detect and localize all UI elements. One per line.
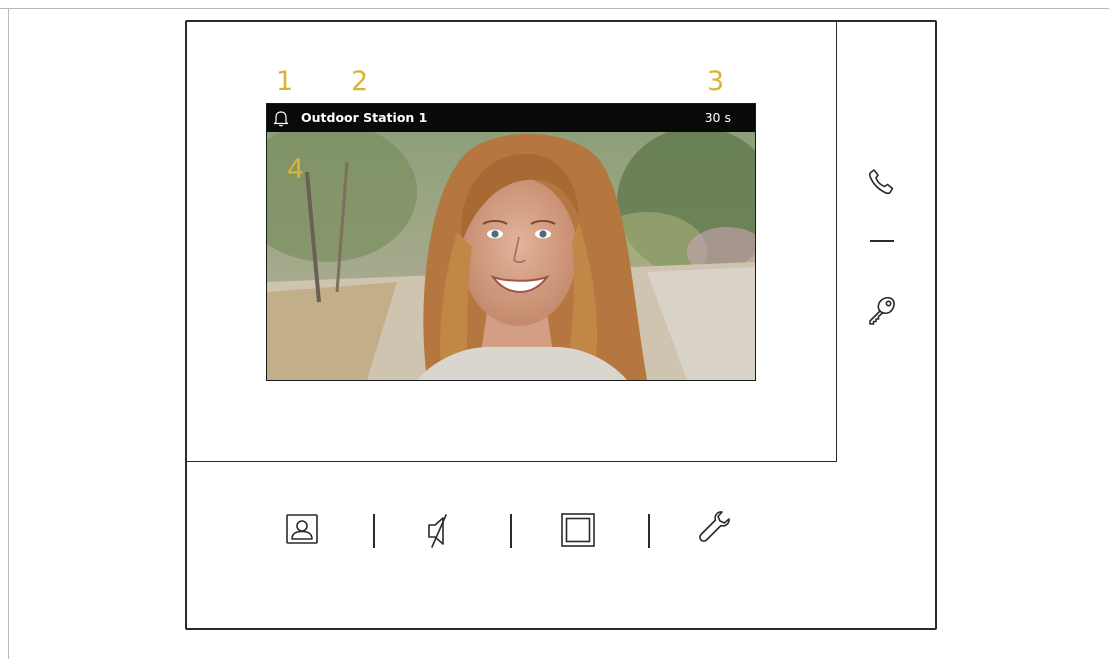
page-left-border [8, 8, 9, 659]
bell-icon [273, 111, 289, 127]
phone-icon[interactable] [865, 166, 897, 198]
call-timer: 30 s [704, 110, 731, 125]
video-display: Outdoor Station 1 30 s [266, 103, 756, 381]
fullscreen-icon[interactable] [560, 512, 596, 548]
camera-view-icon[interactable] [285, 512, 319, 546]
minus-icon[interactable] [870, 240, 894, 242]
station-name: Outdoor Station 1 [301, 110, 428, 125]
separator [510, 514, 512, 548]
key-icon[interactable] [866, 290, 898, 326]
callout-number: 2 [351, 66, 369, 97]
callout-number: 3 [707, 66, 725, 97]
callout-number: 4 [287, 154, 305, 185]
separator [648, 514, 650, 548]
status-bar: Outdoor Station 1 30 s [267, 104, 755, 132]
video-feed [267, 132, 755, 380]
mute-icon[interactable] [423, 512, 455, 550]
callout-number: 1 [276, 66, 294, 97]
separator [373, 514, 375, 548]
settings-wrench-icon[interactable] [695, 508, 735, 548]
page-top-border [0, 8, 1109, 9]
